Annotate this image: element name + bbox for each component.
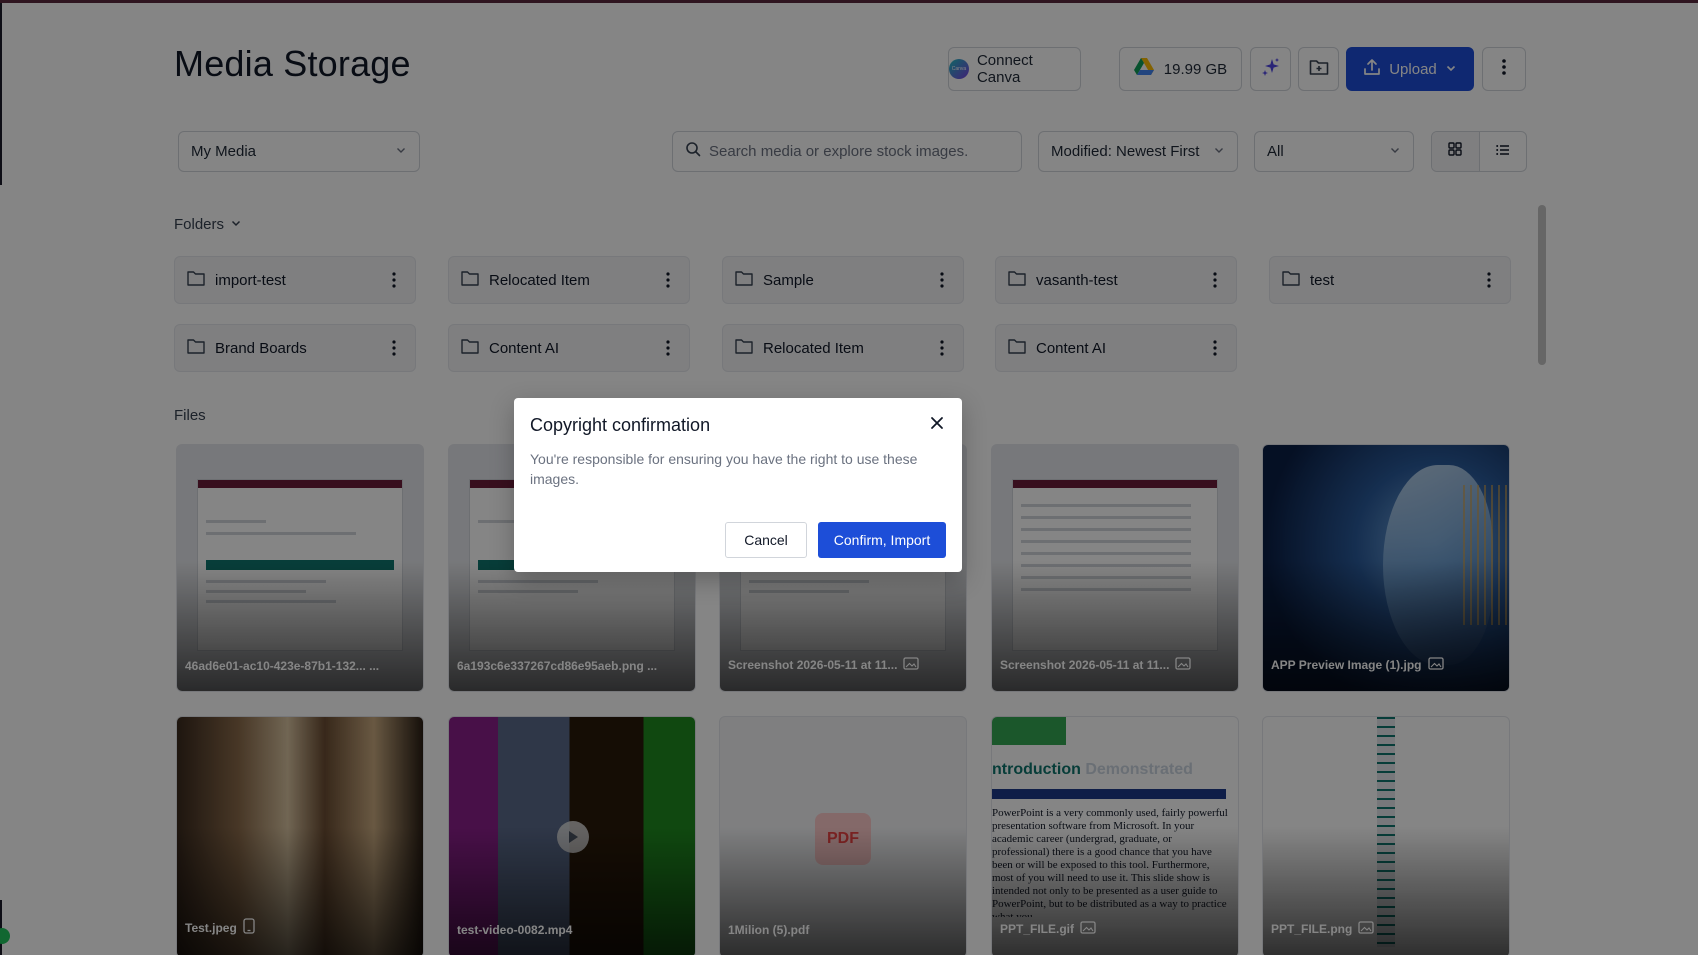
dialog-message: You're responsible for ensuring you have… — [530, 451, 918, 487]
confirm-import-button[interactable]: Confirm, Import — [818, 522, 946, 558]
close-icon — [930, 416, 944, 435]
cancel-button[interactable]: Cancel — [725, 522, 807, 558]
copyright-confirmation-dialog: Copyright confirmation You're responsibl… — [514, 398, 962, 572]
close-button[interactable] — [926, 414, 948, 436]
dialog-title: Copyright confirmation — [530, 415, 711, 435]
